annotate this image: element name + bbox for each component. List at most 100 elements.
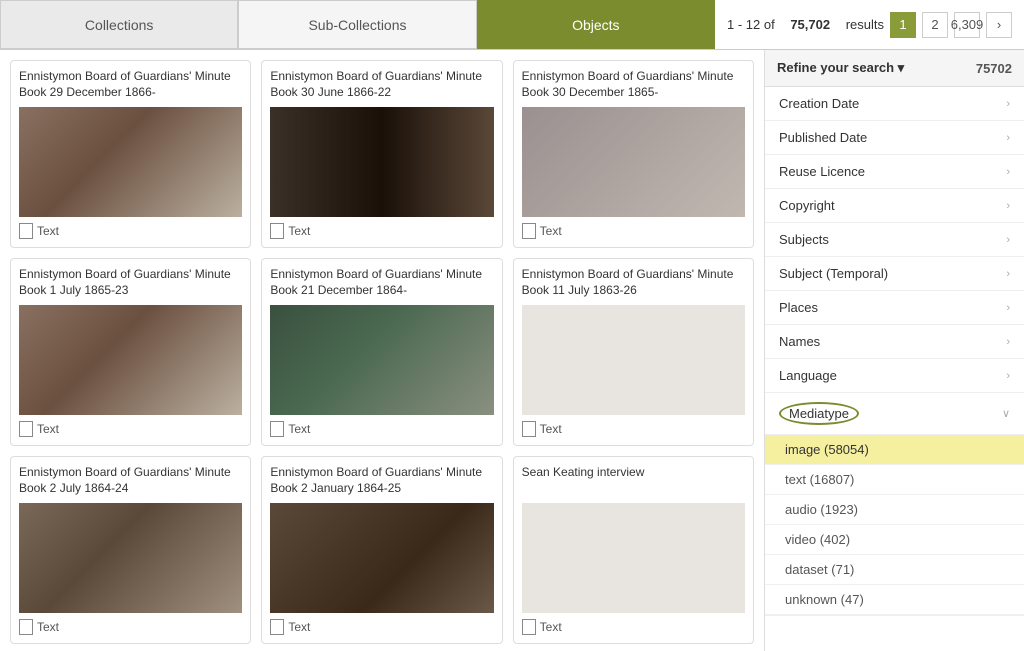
item-thumbnail xyxy=(19,107,242,217)
item-thumbnail xyxy=(270,305,493,415)
sidebar: Refine your search ▾ 75702 Creation Date… xyxy=(764,50,1024,651)
mediatype-option-audio[interactable]: audio (1923) xyxy=(765,495,1024,525)
document-icon xyxy=(522,223,536,239)
filter-label: Copyright xyxy=(779,198,835,213)
page-next-button[interactable]: › xyxy=(986,12,1012,38)
filter-chevron-icon: › xyxy=(1006,234,1010,246)
item-card[interactable]: Ennistymon Board of Guardians' Minute Bo… xyxy=(10,258,251,446)
item-card[interactable]: Ennistymon Board of Guardians' Minute Bo… xyxy=(10,456,251,644)
item-type-label: Text xyxy=(288,224,310,238)
filter-chevron-icon: › xyxy=(1006,268,1010,280)
item-type: Text xyxy=(270,421,493,437)
item-type: Text xyxy=(19,223,242,239)
item-card[interactable]: Ennistymon Board of Guardians' Minute Bo… xyxy=(261,258,502,446)
filter-item-reuse-licence[interactable]: Reuse Licence› xyxy=(765,155,1024,189)
item-card[interactable]: Ennistymon Board of Guardians' Minute Bo… xyxy=(10,60,251,248)
filter-chevron-icon: › xyxy=(1006,302,1010,314)
item-thumbnail xyxy=(270,503,493,613)
filter-label: Creation Date xyxy=(779,96,859,111)
filter-label: Language xyxy=(779,368,837,383)
filter-list: Creation Date›Published Date›Reuse Licen… xyxy=(765,87,1024,393)
filter-chevron-icon: › xyxy=(1006,132,1010,144)
mediatype-option-text[interactable]: text (16807) xyxy=(765,465,1024,495)
item-type: Text xyxy=(270,619,493,635)
item-thumbnail xyxy=(522,305,745,415)
item-type-label: Text xyxy=(540,224,562,238)
filter-item-published-date[interactable]: Published Date › xyxy=(765,121,1024,155)
tab-sub-collections[interactable]: Sub-Collections xyxy=(238,0,476,49)
mediatype-label: Mediatype xyxy=(779,402,859,425)
item-thumbnail xyxy=(19,503,242,613)
filter-item-language[interactable]: Language › xyxy=(765,359,1024,393)
item-thumbnail xyxy=(270,107,493,217)
tab-objects[interactable]: Objects xyxy=(477,0,715,49)
pagination-area: 1 - 12 of 75,702 results 1 2 6,309 › xyxy=(715,0,1024,49)
document-icon xyxy=(522,619,536,635)
page-1-button[interactable]: 1 xyxy=(890,12,916,38)
mediatype-option-video[interactable]: video (402) xyxy=(765,525,1024,555)
filter-label: Names xyxy=(779,334,820,349)
item-thumbnail xyxy=(19,305,242,415)
item-title: Ennistymon Board of Guardians' Minute Bo… xyxy=(19,69,242,101)
sidebar-header: Refine your search ▾ 75702 xyxy=(765,50,1024,87)
item-title: Ennistymon Board of Guardians' Minute Bo… xyxy=(19,267,242,299)
mediatype-option-dataset[interactable]: dataset (71) xyxy=(765,555,1024,585)
filter-chevron-icon: › xyxy=(1006,200,1010,212)
content-area: Ennistymon Board of Guardians' Minute Bo… xyxy=(0,50,764,651)
item-card[interactable]: Ennistymon Board of Guardians' Minute Bo… xyxy=(261,60,502,248)
filter-item-names[interactable]: Names › xyxy=(765,325,1024,359)
item-type-label: Text xyxy=(540,620,562,634)
item-card[interactable]: Ennistymon Board of Guardians' Minute Bo… xyxy=(513,258,754,446)
filter-item-copyright[interactable]: Copyright › xyxy=(765,189,1024,223)
item-type: Text xyxy=(522,223,745,239)
item-type-label: Text xyxy=(540,422,562,436)
filter-chevron-icon: › xyxy=(1006,166,1010,178)
item-type: Text xyxy=(522,421,745,437)
filter-label: Published Date xyxy=(779,130,867,145)
filter-label: Places xyxy=(779,300,818,315)
item-type-label: Text xyxy=(37,422,59,436)
item-card[interactable]: Ennistymon Board of Guardians' Minute Bo… xyxy=(261,456,502,644)
item-card[interactable]: Ennistymon Board of Guardians' Minute Bo… xyxy=(513,60,754,248)
filter-chevron-icon: › xyxy=(1006,370,1010,382)
results-total: 75,702 xyxy=(790,17,830,32)
mediatype-option-unknown[interactable]: unknown (47) xyxy=(765,585,1024,615)
filter-label: Subject (Temporal) xyxy=(779,266,888,281)
item-type-label: Text xyxy=(288,620,310,634)
filter-item-subjects[interactable]: Subjects › xyxy=(765,223,1024,257)
main-layout: Ennistymon Board of Guardians' Minute Bo… xyxy=(0,50,1024,651)
filter-label: Subjects xyxy=(779,232,829,247)
item-type-label: Text xyxy=(288,422,310,436)
page-2-button[interactable]: 2 xyxy=(922,12,948,38)
mediatype-options: image (58054)text (16807)audio (1923)vid… xyxy=(765,435,1024,616)
mediatype-filter[interactable]: Mediatype ∨ xyxy=(765,393,1024,435)
item-type-label: Text xyxy=(37,224,59,238)
refine-title[interactable]: Refine your search ▾ xyxy=(777,60,904,76)
document-icon xyxy=(522,421,536,437)
document-icon xyxy=(19,421,33,437)
page-last-button[interactable]: 6,309 xyxy=(954,12,980,38)
document-icon xyxy=(270,223,284,239)
filter-item-creation-date[interactable]: Creation Date › xyxy=(765,87,1024,121)
item-title: Sean Keating interview xyxy=(522,465,745,497)
filter-item-subject-temporal[interactable]: Subject (Temporal) › xyxy=(765,257,1024,291)
filter-chevron-icon: › xyxy=(1006,336,1010,348)
filter-item-places[interactable]: Places › xyxy=(765,291,1024,325)
tabs-bar: Collections Sub-Collections Objects 1 - … xyxy=(0,0,1024,50)
mediatype-option-image[interactable]: image (58054) xyxy=(765,435,1024,465)
item-type: Text xyxy=(19,619,242,635)
mediatype-chevron: ∨ xyxy=(1002,407,1010,420)
item-thumbnail xyxy=(522,503,745,613)
results-prefix: 1 - 12 of xyxy=(727,17,775,32)
item-thumbnail xyxy=(522,107,745,217)
document-icon xyxy=(19,619,33,635)
document-icon xyxy=(270,619,284,635)
filter-chevron-icon: › xyxy=(1006,98,1010,110)
document-icon xyxy=(19,223,33,239)
item-type: Text xyxy=(270,223,493,239)
item-title: Ennistymon Board of Guardians' Minute Bo… xyxy=(19,465,242,497)
item-title: Ennistymon Board of Guardians' Minute Bo… xyxy=(270,465,493,497)
tab-collections[interactable]: Collections xyxy=(0,0,238,49)
item-card[interactable]: Sean Keating interview Text xyxy=(513,456,754,644)
item-type-label: Text xyxy=(37,620,59,634)
